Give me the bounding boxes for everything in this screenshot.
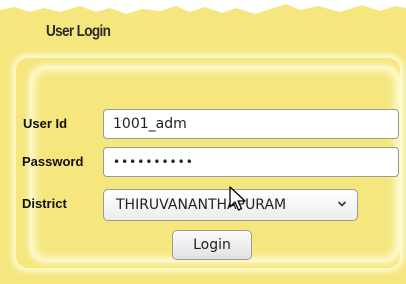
user-id-input[interactable]: 1001_adm	[103, 109, 399, 139]
login-title: User Login	[46, 23, 111, 40]
district-label: District	[22, 196, 67, 211]
torn-paper-edge	[0, 0, 406, 14]
login-button[interactable]: Login	[172, 230, 252, 260]
password-label: Password	[22, 154, 84, 169]
mouse-pointer-icon	[229, 186, 246, 211]
user-id-label: User Id	[23, 116, 68, 131]
district-selected-value: THIRUVANANTHAPURAM	[116, 197, 287, 213]
chevron-down-icon	[337, 201, 347, 207]
login-panel: User Login User Id 1001_adm Password •••…	[0, 0, 406, 284]
password-input[interactable]: ••••••••••	[103, 147, 399, 177]
